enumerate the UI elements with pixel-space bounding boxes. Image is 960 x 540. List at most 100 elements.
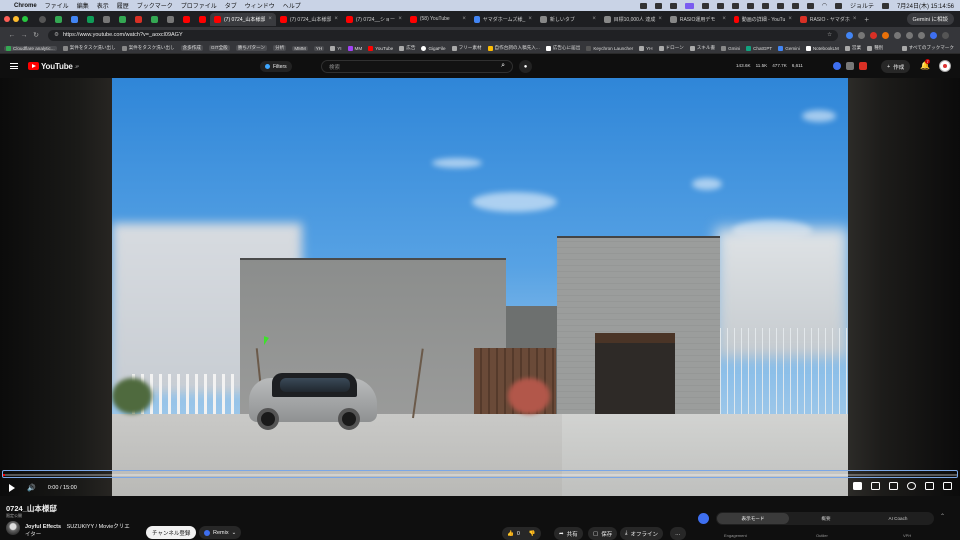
- bookmark-folder[interactable]: 種別: [867, 45, 883, 51]
- segment-overview[interactable]: 概要: [790, 516, 862, 522]
- bookmark[interactable]: 勝ちパターン: [235, 45, 268, 51]
- fullscreen-icon[interactable]: [943, 482, 952, 490]
- bookmark[interactable]: Keychron Launcher: [586, 45, 633, 51]
- pinned-tab[interactable]: [130, 13, 146, 25]
- browser-tab[interactable]: ヤマダホームズ様_ ×: [470, 13, 536, 26]
- bookmark[interactable]: ChatGPT: [746, 45, 772, 51]
- pinned-tab[interactable]: [98, 13, 114, 25]
- extension-icon[interactable]: [870, 31, 877, 39]
- address-bar[interactable]: ⚙ https://www.youtube.com/watch?v=_aoxcl…: [48, 29, 838, 41]
- browser-tab[interactable]: 目標10,000人 達成 ×: [600, 13, 666, 26]
- browser-tab[interactable]: 新しいタブ ×: [536, 13, 600, 26]
- play-icon[interactable]: [9, 483, 15, 492]
- extension-icon[interactable]: [858, 31, 865, 39]
- close-tab-icon[interactable]: ×: [528, 16, 532, 22]
- browser-tab[interactable]: (7) 0724_山本様邸 ×: [210, 12, 276, 26]
- segment-ai-coach[interactable]: AI Coach: [862, 516, 934, 521]
- pinned-tab[interactable]: [178, 13, 194, 25]
- bookmark-folder[interactable]: フリー素材: [451, 45, 482, 51]
- menubar-item-profile[interactable]: プロファイル: [181, 1, 217, 10]
- menubar-item-file[interactable]: ファイル: [45, 1, 69, 10]
- extension-icon[interactable]: [894, 31, 901, 39]
- wifi-icon[interactable]: ◠: [822, 2, 827, 9]
- sidepanel-icon[interactable]: [918, 31, 925, 39]
- close-tab-icon[interactable]: ×: [658, 16, 662, 22]
- bookmark[interactable]: 自作台詞の入稿先入...: [487, 45, 540, 51]
- bookmark-folder[interactable]: スキル書: [689, 45, 715, 51]
- bookmark[interactable]: Gemini: [778, 45, 800, 51]
- forward-icon[interactable]: →: [18, 32, 30, 39]
- offline-button[interactable]: ⤓ オフライン: [620, 527, 663, 540]
- progress-bar[interactable]: [3, 474, 957, 476]
- menubar-item-help[interactable]: ヘルプ: [283, 1, 301, 10]
- youtube-logo[interactable]: YouTube JP: [28, 62, 79, 71]
- pinned-tab[interactable]: [114, 13, 130, 25]
- extension-icon[interactable]: [833, 62, 841, 70]
- status-app-icon[interactable]: [731, 2, 739, 9]
- bookmark[interactable]: 案件をタスク洗い出し: [121, 45, 175, 51]
- new-tab-icon[interactable]: +: [864, 15, 869, 24]
- extension-icon[interactable]: [882, 31, 889, 39]
- status-app-icon[interactable]: [761, 2, 769, 9]
- browser-tab[interactable]: (58) YouTube ×: [406, 13, 470, 26]
- menubar-item-view[interactable]: 表示: [97, 1, 109, 10]
- close-tab-icon[interactable]: ×: [788, 16, 792, 22]
- channel-avatar[interactable]: [6, 521, 20, 535]
- share-button[interactable]: ➦ 共有: [554, 527, 583, 540]
- extensions-puzzle-icon[interactable]: [906, 31, 913, 39]
- close-window-icon[interactable]: [4, 16, 10, 22]
- browser-tab[interactable]: 動画の詳細 - YouTu ×: [730, 13, 796, 26]
- back-icon[interactable]: ←: [6, 32, 18, 39]
- save-button[interactable]: ▢ 保存: [588, 527, 618, 540]
- status-app-icon[interactable]: [639, 2, 647, 9]
- browser-tab[interactable]: (7) 0724_山本様邸 ×: [276, 13, 342, 26]
- more-actions-button[interactable]: …: [670, 527, 686, 540]
- pinned-tab[interactable]: [82, 13, 98, 25]
- maximize-window-icon[interactable]: [22, 16, 28, 22]
- menu-kebab-icon[interactable]: [942, 31, 949, 39]
- panel-extension-icon[interactable]: [698, 513, 709, 524]
- all-bookmarks-folder[interactable]: すべてのブックマーク: [901, 45, 954, 51]
- status-app-icon[interactable]: [746, 2, 754, 9]
- status-app-icon[interactable]: [716, 2, 724, 9]
- miniplayer-icon[interactable]: [889, 482, 898, 490]
- browser-tab[interactable]: RASIO - ヤマダホ ×: [796, 13, 861, 26]
- extension-icon[interactable]: [846, 62, 854, 70]
- close-tab-icon[interactable]: ×: [334, 16, 338, 22]
- browser-tab[interactable]: RASIO運用デモ ×: [666, 13, 730, 26]
- panel-collapse-icon[interactable]: ⌃: [940, 513, 945, 520]
- status-app-icon[interactable]: [806, 2, 814, 9]
- pinned-tab[interactable]: [146, 13, 162, 25]
- close-tab-icon[interactable]: ×: [853, 16, 857, 22]
- volume-icon[interactable]: 🔊: [27, 484, 36, 492]
- extension-icon[interactable]: [859, 62, 867, 70]
- bookmark[interactable]: Cloudflare analytic...: [4, 45, 57, 51]
- status-app-icon[interactable]: [791, 2, 799, 9]
- account-avatar[interactable]: [939, 60, 951, 72]
- pinned-tab[interactable]: [66, 13, 82, 25]
- close-tab-icon[interactable]: ×: [592, 16, 596, 22]
- menubar-user[interactable]: ジョルテ: [850, 1, 874, 10]
- bookmark[interactable]: 分析: [273, 45, 287, 51]
- bookmark-folder[interactable]: 営業: [844, 45, 861, 51]
- search-icon[interactable]: ⌕: [501, 62, 505, 70]
- bookmark[interactable]: NotebookLM: [805, 45, 839, 51]
- menubar-item-tab[interactable]: タブ: [225, 1, 237, 10]
- close-tab-icon[interactable]: ×: [268, 16, 272, 22]
- bookmark-folder[interactable]: YH: [639, 45, 653, 51]
- close-tab-icon[interactable]: ×: [462, 16, 466, 22]
- settings-gear-icon[interactable]: [907, 482, 916, 490]
- reload-icon[interactable]: ↻: [30, 31, 42, 39]
- bookmark-folder[interactable]: YI: [330, 45, 342, 51]
- like-icon[interactable]: 👍: [507, 531, 514, 537]
- autoplay-toggle-icon[interactable]: [853, 482, 862, 490]
- bookmark[interactable]: Gmini: [721, 45, 740, 51]
- bookmark[interactable]: YouTube: [368, 45, 393, 51]
- search-input[interactable]: 検索 ⌕: [321, 60, 513, 73]
- status-app-icon[interactable]: [776, 2, 784, 9]
- tab-search-icon[interactable]: [34, 13, 50, 25]
- menubar-clock[interactable]: 7月24日(木) 15:14:56: [897, 1, 954, 10]
- pinned-tab[interactable]: [194, 13, 210, 25]
- menubar-item-window[interactable]: ウィンドウ: [245, 1, 275, 10]
- bookmark[interactable]: GIT全般: [208, 45, 230, 51]
